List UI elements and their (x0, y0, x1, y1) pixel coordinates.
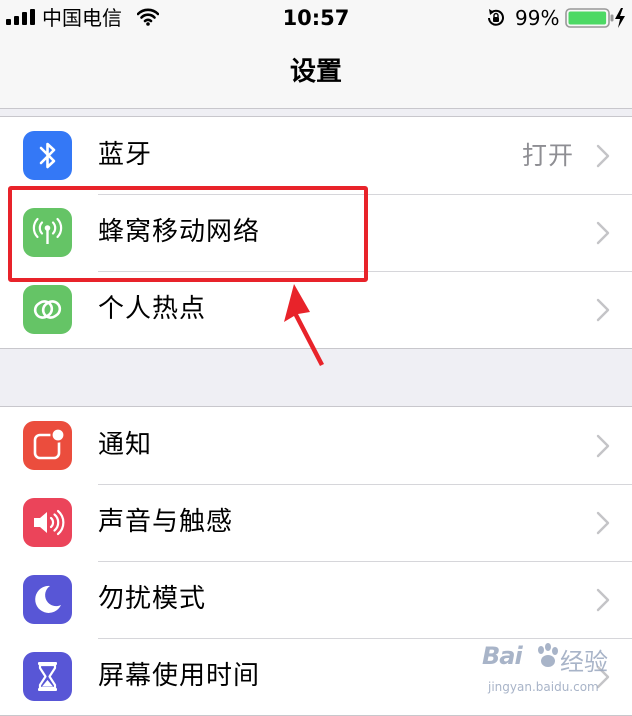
watermark-brand: Bai (482, 642, 523, 670)
chevron-right-icon (596, 434, 610, 458)
hourglass-icon (23, 652, 72, 701)
settings-row-sounds[interactable]: 声音与触感 (0, 484, 632, 561)
row-label-notifications: 通知 (98, 430, 153, 460)
status-bar: 中国电信 10:57 99% (0, 0, 632, 36)
moon-icon (23, 575, 72, 624)
chevron-right-icon (596, 588, 610, 612)
row-label-personal-hotspot: 个人热点 (98, 294, 207, 324)
settings-row-bluetooth[interactable]: 蓝牙 打开 (0, 117, 632, 194)
battery-icon (565, 8, 614, 28)
rotation-lock-icon (488, 9, 504, 26)
highlight-box (8, 186, 368, 282)
chevron-right-icon (596, 298, 610, 322)
notifications-icon (23, 421, 72, 470)
nav-bar: 设置 (0, 36, 632, 109)
watermark: Bai 经验 jingyan.baidu.com (482, 638, 622, 706)
annotation-arrow (284, 284, 324, 366)
row-label-do-not-disturb: 勿扰模式 (98, 584, 207, 614)
paw-icon (538, 643, 558, 667)
speaker-icon (23, 498, 72, 547)
row-label-sounds: 声音与触感 (98, 507, 234, 537)
page-title: 设置 (289, 57, 342, 87)
bluetooth-icon (23, 131, 72, 180)
charging-icon (615, 8, 625, 28)
row-label-bluetooth: 蓝牙 (98, 140, 153, 170)
personal-hotspot-icon (23, 285, 72, 334)
row-label-screen-time: 屏幕使用时间 (98, 661, 261, 691)
watermark-brand-suffix: 经验 (560, 648, 608, 676)
watermark-domain: jingyan.baidu.com (488, 680, 599, 694)
settings-row-notifications[interactable]: 通知 (0, 407, 632, 484)
chevron-right-icon (596, 221, 610, 245)
settings-row-do-not-disturb[interactable]: 勿扰模式 (0, 561, 632, 638)
chevron-right-icon (596, 144, 610, 168)
chevron-right-icon (596, 511, 610, 535)
row-value-bluetooth: 打开 (521, 141, 574, 170)
battery-percent: 99% (515, 6, 560, 30)
